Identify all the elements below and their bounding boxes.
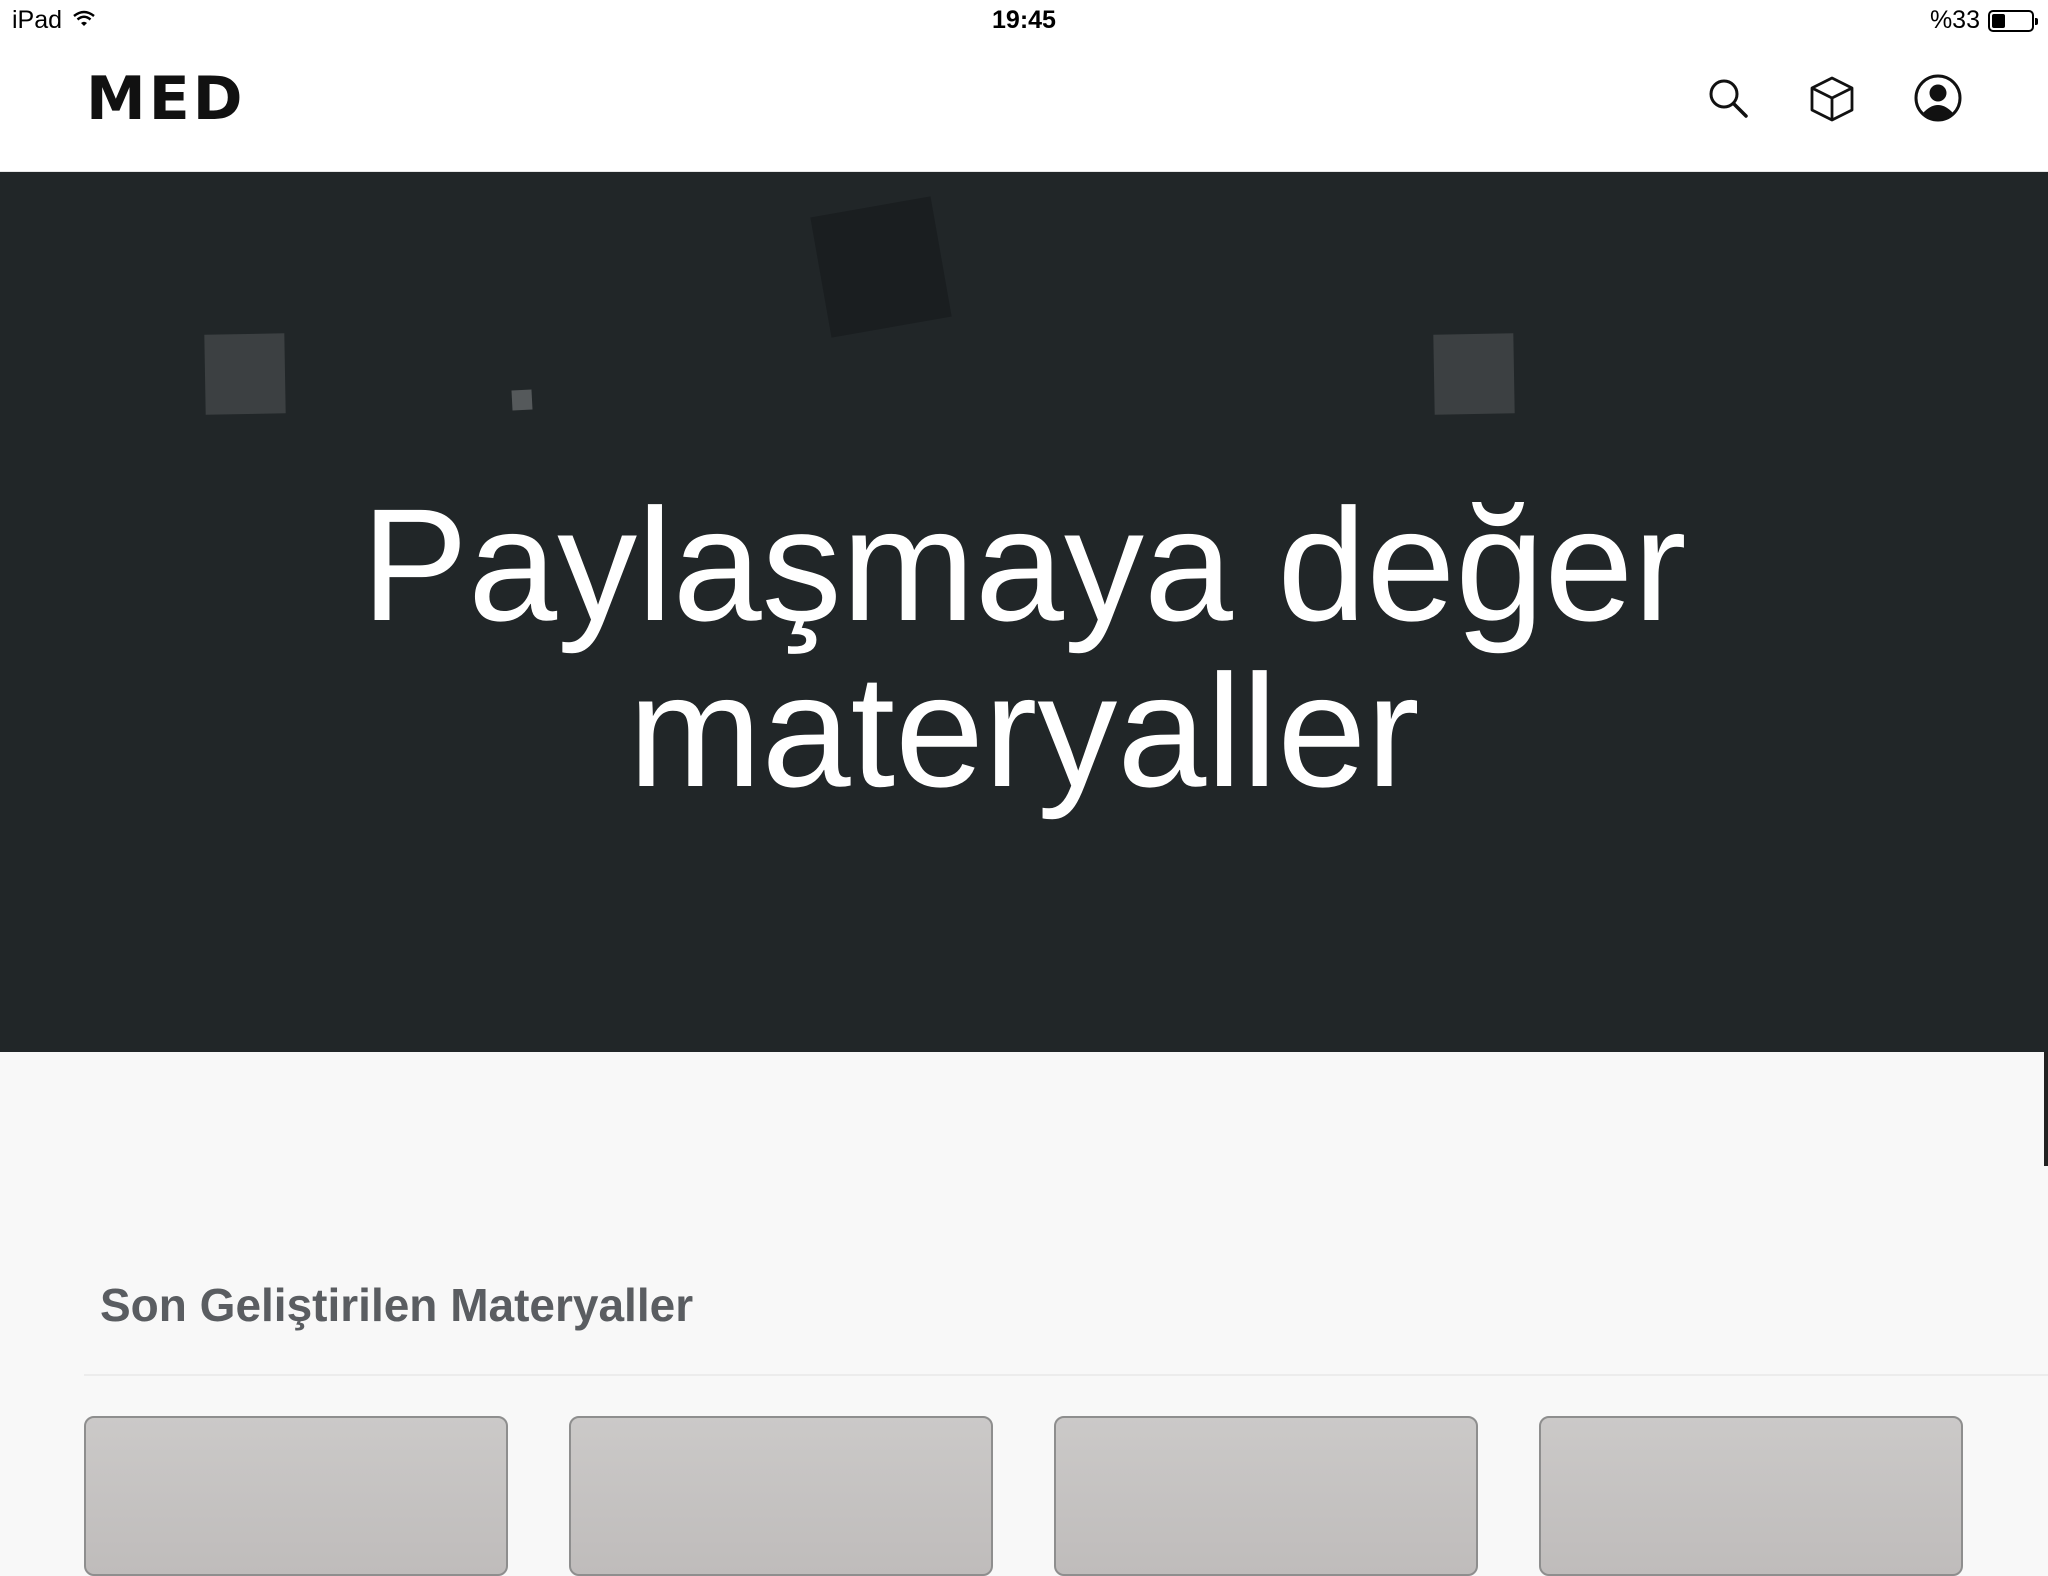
battery-percent: %33 (1929, 6, 1980, 34)
scroll-indicator[interactable] (2044, 1052, 2048, 1166)
decorative-square (1433, 333, 1515, 415)
hero-title-line-1: Paylaşmaya değer (361, 475, 1687, 654)
decorative-square (810, 196, 952, 338)
hero-banner: Paylaşmaya değer materyaller (0, 172, 2048, 1052)
navbar: MED (0, 40, 2048, 172)
cube-icon[interactable] (1804, 70, 1860, 126)
logo[interactable]: MED (86, 64, 246, 134)
decorative-square (204, 333, 286, 415)
decorative-square (511, 389, 533, 411)
hero-title-line-2: materyaller (628, 641, 1420, 820)
section-title: Son Geliştirilen Materyaller (100, 1279, 694, 1331)
status-time: 19:45 (992, 6, 1056, 34)
battery-level (1992, 13, 2005, 28)
status-bar: iPad 19:45 %33 (0, 0, 2048, 40)
battery-icon (1988, 9, 2038, 32)
status-right: %33 (1929, 6, 2038, 35)
search-icon[interactable] (1700, 70, 1756, 126)
material-card[interactable] (84, 1416, 508, 1576)
account-icon[interactable] (1910, 70, 1966, 126)
hero-title: Paylaşmaya değer materyaller (0, 482, 2048, 814)
material-card[interactable] (569, 1416, 993, 1576)
section-divider (84, 1374, 2048, 1376)
material-card[interactable] (1054, 1416, 1478, 1576)
material-card[interactable] (1539, 1416, 1963, 1576)
